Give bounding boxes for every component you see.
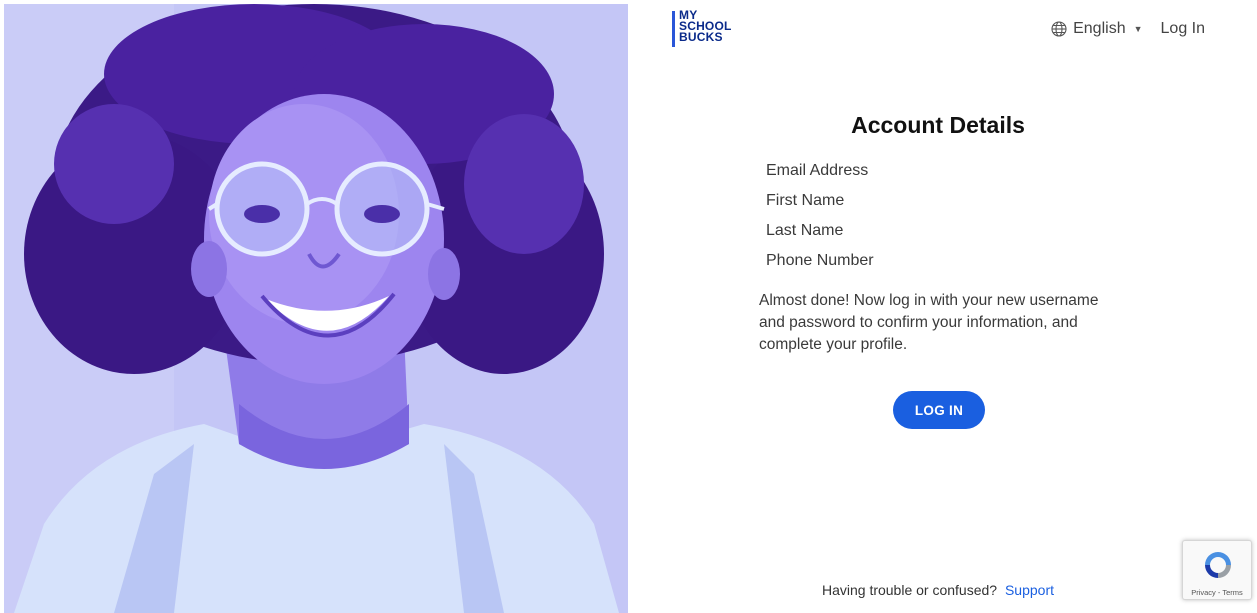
help-footer: Having trouble or confused? Support xyxy=(628,582,1248,598)
field-first-name: First Name xyxy=(766,192,845,209)
logo-bar xyxy=(672,11,675,47)
page-title: Account Details xyxy=(851,112,1025,138)
recaptcha-badge[interactable]: Privacy - Terms xyxy=(1182,540,1252,600)
field-last-name: Last Name xyxy=(766,222,844,239)
field-email-address: Email Address xyxy=(766,162,869,179)
footer-text: Having trouble or confused? xyxy=(821,582,998,598)
login-button[interactable]: LOG IN xyxy=(893,391,985,429)
globe-icon xyxy=(1051,21,1067,37)
hero-photo xyxy=(4,4,628,613)
recaptcha-icon xyxy=(1205,552,1231,578)
top-navigation: English ▼ Log In xyxy=(1051,20,1205,38)
account-fields-list: Email Address First Name Last Name Phone… xyxy=(766,160,874,280)
hero-illustration xyxy=(4,4,628,613)
header-login-link[interactable]: Log In xyxy=(1161,20,1205,38)
myschoolbucks-logo[interactable]: MY SCHOOL BUCKS xyxy=(672,9,752,50)
chevron-down-icon: ▼ xyxy=(1133,24,1143,34)
language-selector[interactable]: English ▼ xyxy=(1051,20,1143,38)
recaptcha-links[interactable]: Privacy - Terms xyxy=(1183,588,1251,597)
logo-line-3: BUCKS xyxy=(679,30,723,44)
support-link[interactable]: Support xyxy=(1005,582,1054,598)
language-label: English xyxy=(1073,20,1126,37)
signup-panel: MY SCHOOL BUCKS English ▼ Log In Account… xyxy=(628,0,1257,613)
field-phone-number: Phone Number xyxy=(766,252,874,269)
confirmation-message: Almost done! Now log in with your new us… xyxy=(759,292,1099,353)
